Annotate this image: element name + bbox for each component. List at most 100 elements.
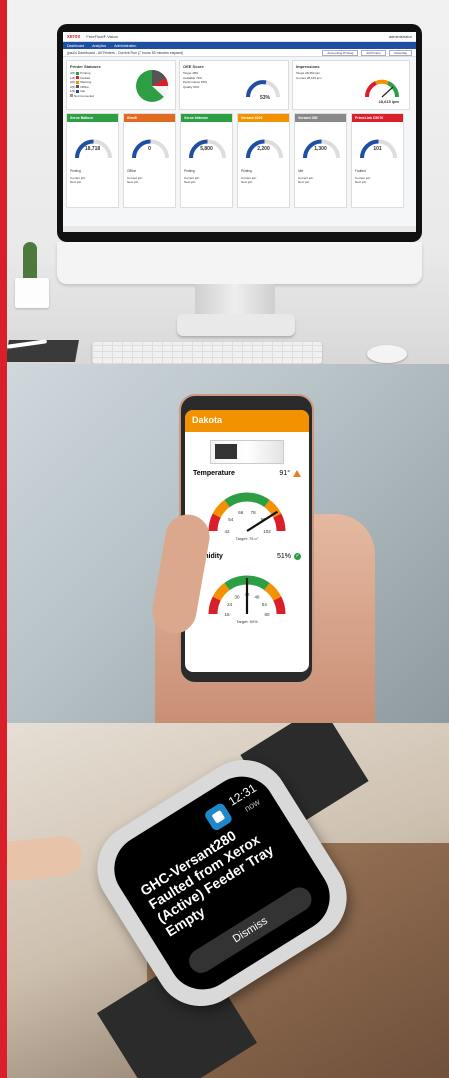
printer-status: Idle <box>298 169 304 173</box>
printer-card[interactable]: Versant 4100 2,200 Printing Current job: Nex… <box>237 113 290 208</box>
impressions-gauge <box>364 79 400 98</box>
printer-status: Printing <box>70 169 81 173</box>
gauge-tick-label: 66 <box>238 510 244 515</box>
printer-jobs: Current job: Next job: <box>241 176 288 184</box>
nav-administration[interactable]: Administration <box>114 44 136 48</box>
printer-card[interactable]: Xerox Baltoro 18,718 Printing Current job: N… <box>66 113 119 208</box>
printer-card-title: Versant 4100 <box>238 114 289 122</box>
oee-row-key: Performance <box>183 80 201 84</box>
next-job-label: Next job: <box>127 180 139 184</box>
printer-card-title: Versant 280 <box>295 114 346 122</box>
gauge-tick-label: 30 <box>234 595 240 600</box>
status-pie-chart <box>136 69 169 102</box>
gauge-band <box>273 596 286 615</box>
printer-impressions: 2,200 <box>257 146 270 152</box>
gauge-band <box>212 582 230 601</box>
gauge-band <box>212 499 230 518</box>
printer-jobs: Current job: Next job: <box>127 176 174 184</box>
next-job-label: Next job: <box>241 180 253 184</box>
printer-impressions: 18,718 <box>84 146 101 152</box>
plant-pot <box>15 278 49 308</box>
oee-row-key: Target <box>183 71 192 75</box>
printer-jobs: Current job: Next job: <box>70 176 117 184</box>
monitor-stand <box>195 284 275 316</box>
printer-card-title: Xerox Baltoro <box>67 114 118 122</box>
status-color-swatch <box>70 94 73 98</box>
printer-card[interactable]: Xerox Iridesse 5,800 Printing Current job: N… <box>180 113 233 208</box>
printer-gauge <box>132 139 169 159</box>
status-color-swatch <box>76 71 80 75</box>
printer-impressions: 0 <box>148 146 151 152</box>
status-color-swatch <box>76 76 80 80</box>
status-label: Warning <box>80 80 92 84</box>
status-count: 4(5) <box>70 71 76 75</box>
temperature-label: Temperature <box>193 470 235 477</box>
impressions-value: 28,615 ipm <box>378 99 399 104</box>
printer-impressions: 101 <box>373 146 382 152</box>
printer-gauge <box>189 139 226 159</box>
gauge-band <box>224 492 270 508</box>
gauge-band <box>208 596 221 615</box>
mouse <box>367 345 407 363</box>
printer-card-title: iGen5 <box>124 114 175 122</box>
phone-panel: Dakota Temperature 91° 4254667890102 Tar… <box>7 364 449 723</box>
gauge-tick-label: 60 <box>264 612 270 617</box>
gauge-tick-label: 78 <box>251 510 257 515</box>
temperature-value: 91° <box>279 470 290 477</box>
gauge-tick-label: 102 <box>263 529 271 534</box>
gauge-tick-label: 48 <box>254 595 260 600</box>
printer-status: Printing <box>184 169 195 173</box>
next-job-label: Next job: <box>355 180 367 184</box>
printer-image <box>210 440 284 464</box>
status-label: Not Connected <box>74 93 95 98</box>
printer-impressions: 5,800 <box>200 146 213 152</box>
printer-card[interactable]: PrimeLink C9070 101 Faulted Current job: Nex… <box>351 113 404 208</box>
oee-score-card[interactable]: OEE Score Target 48% Available 79% Perform… <box>179 60 289 110</box>
next-job-label: Next job: <box>70 180 82 184</box>
gauge-tick-label: 54 <box>262 602 268 607</box>
dashboard-screen: xerox FreeFlow® Vision administrator Das… <box>63 32 416 232</box>
status-color-swatch <box>76 89 80 93</box>
printer-cards-row: Xerox Baltoro 18,718 Printing Current job: N… <box>63 113 416 208</box>
impressions-row-key: Target <box>296 71 305 75</box>
next-job-label: Next job: <box>184 180 196 184</box>
impressions-row-key: Current <box>296 75 307 80</box>
gauge-band <box>264 582 282 601</box>
watch-panel: 12:31 now GHC-Versant280 Faulted from Xe… <box>7 723 449 1078</box>
oee-row-value: 48% <box>192 71 199 75</box>
gauge-band <box>208 513 221 532</box>
printer-filter[interactable]: All Printers <box>361 49 386 56</box>
date-filter[interactable]: Yesterday <box>388 49 412 56</box>
summary-row: Printer Statuses 4(5) Printing 1(6) Fault… <box>63 57 416 113</box>
cactus-plant <box>23 242 37 282</box>
user-menu[interactable]: administrator <box>389 34 412 39</box>
status-label: Printing <box>80 71 91 75</box>
next-job-label: Next job: <box>298 180 310 184</box>
status-count: 1(5) <box>70 89 76 93</box>
printer-gauge <box>303 139 340 159</box>
app-header: xerox FreeFlow® Vision administrator <box>63 32 416 42</box>
status-count: 2(5) <box>70 84 76 89</box>
printer-status: Offline <box>127 169 137 173</box>
impressions-card[interactable]: Impressions Target 28,350 ipm Current 28,… <box>292 60 410 110</box>
printer-impressions: 1,300 <box>314 146 327 152</box>
monitor-base <box>177 314 295 336</box>
oee-row-value: 85% <box>201 80 208 84</box>
printer-jobs: Current job: Next job: <box>184 176 231 184</box>
brand-red-bar <box>0 0 7 1078</box>
oee-row-key: Quality <box>183 84 193 89</box>
accounting-filter[interactable]: Accounting Printing <box>322 49 359 56</box>
nav-analytics[interactable]: Analytics <box>92 44 106 48</box>
printer-card[interactable]: iGen5 0 Offline Current job: Next job: <box>123 113 176 208</box>
temperature-row: Temperature 91° <box>185 470 309 477</box>
keyboard <box>92 342 322 364</box>
gauge-tick-label: 24 <box>227 602 233 607</box>
dashboard-title: jpaul's Dashboard - All Printers - Curre… <box>67 50 184 55</box>
printer-gauge <box>75 139 112 159</box>
impressions-row-value: 28,615 ipm <box>306 75 322 80</box>
warning-icon <box>293 470 301 477</box>
printer-card[interactable]: Versant 280 1,300 Idle Current job: Next job… <box>294 113 347 208</box>
printer-statuses-card[interactable]: Printer Statuses 4(5) Printing 1(6) Fault… <box>66 60 176 110</box>
printer-card-title: PrimeLink C9070 <box>352 114 403 122</box>
nav-dashboard[interactable]: Dashboard <box>67 44 84 48</box>
